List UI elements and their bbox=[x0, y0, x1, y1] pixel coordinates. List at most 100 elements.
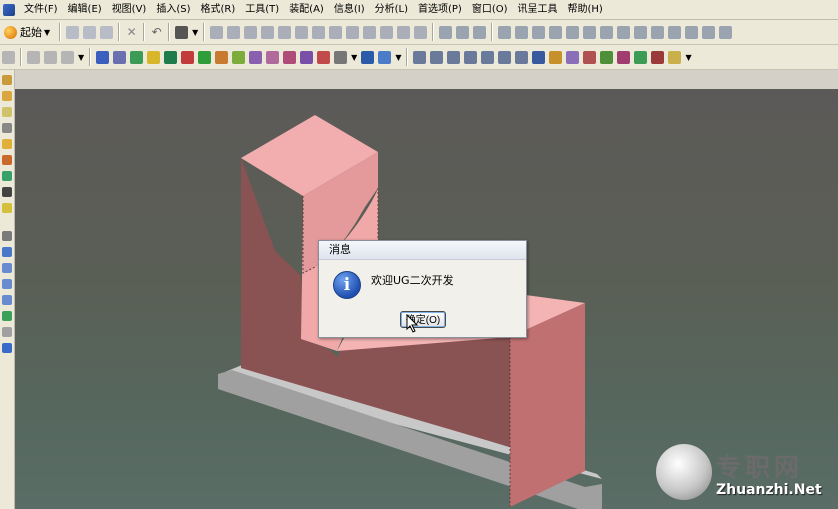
back-icon[interactable] bbox=[583, 50, 597, 64]
split-body-icon[interactable] bbox=[566, 25, 580, 39]
cone-icon[interactable] bbox=[244, 25, 258, 39]
groove-icon[interactable] bbox=[397, 25, 411, 39]
part-navigator-icon[interactable] bbox=[2, 91, 12, 101]
boss-icon[interactable] bbox=[329, 25, 343, 39]
slot-icon[interactable] bbox=[380, 25, 394, 39]
wcs-icon[interactable] bbox=[317, 50, 331, 64]
trim-body-icon[interactable] bbox=[549, 25, 563, 39]
macro-icon[interactable] bbox=[2, 343, 12, 353]
shell-icon[interactable] bbox=[473, 25, 487, 39]
open-file-icon[interactable] bbox=[83, 25, 97, 39]
reuse-library-icon[interactable] bbox=[2, 123, 12, 133]
stretch-icon[interactable] bbox=[651, 50, 665, 64]
rotate-icon[interactable] bbox=[130, 50, 144, 64]
undo-icon[interactable]: ↶ bbox=[150, 25, 163, 39]
lighting-icon[interactable] bbox=[300, 50, 314, 64]
subtract-icon[interactable] bbox=[515, 25, 529, 39]
menu-insert[interactable]: 插入(S) bbox=[151, 1, 195, 19]
color-palette-icon[interactable] bbox=[532, 50, 546, 64]
hd3d-tools-icon[interactable] bbox=[2, 139, 12, 149]
patch-icon[interactable] bbox=[685, 25, 699, 39]
edge-blend-icon[interactable] bbox=[439, 25, 453, 39]
studio-icon[interactable] bbox=[232, 50, 246, 64]
grid-icon[interactable] bbox=[464, 50, 478, 64]
rib-icon[interactable] bbox=[414, 25, 428, 39]
menu-assembly[interactable]: 装配(A) bbox=[284, 1, 329, 19]
menu-tools[interactable]: 工具(T) bbox=[240, 1, 284, 19]
menu-window[interactable]: 窗口(O) bbox=[467, 1, 513, 19]
sketch-icon[interactable] bbox=[447, 50, 461, 64]
select-icon[interactable] bbox=[27, 50, 40, 64]
curve-icon[interactable] bbox=[413, 50, 427, 64]
front-view-icon[interactable] bbox=[2, 279, 12, 289]
layer-icon[interactable] bbox=[2, 50, 15, 64]
layer-settings-icon[interactable] bbox=[2, 327, 12, 337]
print-icon[interactable] bbox=[175, 25, 189, 39]
dialog-title[interactable]: 消息 bbox=[319, 241, 526, 260]
sphere-icon[interactable] bbox=[261, 25, 275, 39]
thicken-icon[interactable] bbox=[702, 25, 716, 39]
shaded-icon[interactable] bbox=[164, 50, 178, 64]
filter-icon[interactable] bbox=[44, 50, 57, 64]
pocket-icon[interactable] bbox=[346, 25, 360, 39]
menu-xuncheng-tools[interactable]: 讯呈工具 bbox=[513, 1, 563, 19]
mesh-icon[interactable] bbox=[634, 50, 648, 64]
roles-icon[interactable] bbox=[2, 203, 12, 213]
intersect-icon[interactable] bbox=[532, 25, 546, 39]
save-icon[interactable] bbox=[100, 25, 114, 39]
process-studio-icon[interactable] bbox=[2, 187, 12, 197]
thread-icon[interactable] bbox=[719, 25, 733, 39]
close-icon[interactable]: ✕ bbox=[125, 25, 138, 39]
crosshair-icon[interactable] bbox=[617, 50, 631, 64]
unite-icon[interactable] bbox=[498, 25, 512, 39]
cylinder-icon[interactable] bbox=[227, 25, 241, 39]
extrude-icon[interactable] bbox=[278, 25, 292, 39]
revolve-icon[interactable] bbox=[295, 25, 309, 39]
hole-icon[interactable] bbox=[312, 25, 326, 39]
zoom-icon[interactable] bbox=[113, 50, 127, 64]
right-view-icon[interactable] bbox=[2, 295, 12, 305]
forward-icon[interactable] bbox=[600, 50, 614, 64]
block-icon[interactable] bbox=[210, 25, 224, 39]
menu-info[interactable]: 信息(I) bbox=[329, 1, 370, 19]
top-view-icon[interactable] bbox=[2, 263, 12, 273]
tools-icon[interactable] bbox=[566, 50, 580, 64]
measure-icon[interactable] bbox=[549, 50, 563, 64]
assembly-navigator-icon[interactable] bbox=[2, 75, 12, 85]
wireframe-icon[interactable] bbox=[181, 50, 195, 64]
menu-view[interactable]: 视图(V) bbox=[107, 1, 152, 19]
web-browser-icon[interactable] bbox=[2, 155, 12, 165]
mirror-icon[interactable] bbox=[651, 25, 665, 39]
start-button[interactable]: 起始 ▼ bbox=[0, 22, 56, 42]
sew-icon[interactable] bbox=[668, 25, 682, 39]
refresh-icon[interactable] bbox=[2, 311, 12, 321]
pattern-icon[interactable] bbox=[634, 25, 648, 39]
pan-icon[interactable] bbox=[147, 50, 161, 64]
history-icon[interactable] bbox=[2, 107, 12, 117]
display-icon[interactable] bbox=[361, 50, 375, 64]
datum-axis-icon[interactable] bbox=[498, 50, 512, 64]
new-file-icon[interactable] bbox=[66, 25, 80, 39]
offset-face-icon[interactable] bbox=[583, 25, 597, 39]
view-layout-icon[interactable] bbox=[378, 50, 392, 64]
section-icon[interactable] bbox=[249, 50, 263, 64]
snap-icon[interactable] bbox=[61, 50, 74, 64]
spline-icon[interactable] bbox=[430, 50, 444, 64]
menu-edit[interactable]: 编辑(E) bbox=[63, 1, 107, 19]
palette-icon[interactable] bbox=[2, 171, 12, 181]
system-materials-icon[interactable] bbox=[2, 231, 12, 241]
orient-view-icon[interactable] bbox=[334, 50, 348, 64]
view-cube-icon[interactable] bbox=[2, 247, 12, 257]
menu-file[interactable]: 文件(F) bbox=[19, 1, 63, 19]
pad-icon[interactable] bbox=[363, 25, 377, 39]
pencil-icon[interactable] bbox=[668, 50, 682, 64]
datum-plane-icon[interactable] bbox=[481, 50, 495, 64]
perspective-icon[interactable] bbox=[283, 50, 297, 64]
menu-help[interactable]: 帮助(H) bbox=[563, 1, 608, 19]
menu-analysis[interactable]: 分析(L) bbox=[370, 1, 413, 19]
fit-view-icon[interactable] bbox=[96, 50, 110, 64]
draft-icon[interactable] bbox=[617, 25, 631, 39]
face-analysis-icon[interactable] bbox=[215, 50, 229, 64]
point-icon[interactable] bbox=[515, 50, 529, 64]
render-icon[interactable] bbox=[266, 50, 280, 64]
